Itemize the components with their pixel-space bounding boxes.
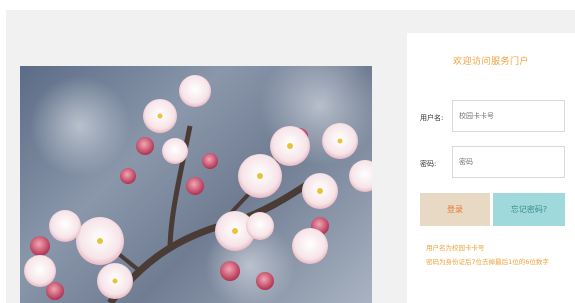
username-label: 用户名: [420, 114, 444, 122]
welcome-title: 欢迎访问服务门户 [452, 57, 529, 67]
password-label: 密码: [420, 160, 437, 168]
password-input[interactable] [452, 146, 565, 178]
blossom-photo [20, 66, 372, 303]
login-panel: 欢迎访问服务门户 用户名: 密码: 登录 忘记密码? 用户名为校园卡卡号 密码为… [407, 33, 575, 303]
top-strip [0, 0, 575, 10]
username-input[interactable] [452, 100, 565, 132]
blossom-illustration [24, 66, 372, 303]
username-hint: 用户名为校园卡卡号 [426, 244, 485, 252]
password-hint: 密码为身份证后7位去掉最后1位的6位数字 [426, 258, 549, 266]
forgot-password-button[interactable]: 忘记密码? [493, 193, 565, 226]
login-button[interactable]: 登录 [420, 193, 490, 226]
